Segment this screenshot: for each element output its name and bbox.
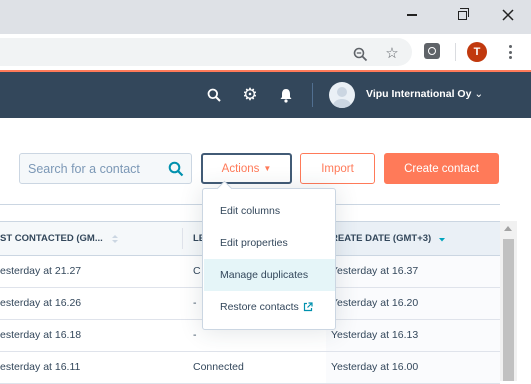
profile-avatar[interactable]: T — [467, 42, 487, 62]
account-name: Vipu International Oy — [366, 88, 472, 100]
minimize-button[interactable] — [389, 0, 435, 30]
chevron-down-icon: ⌄ — [474, 88, 484, 100]
caret-down-icon: ▼ — [263, 164, 272, 173]
create-date-cell: Yesterday at 16.20 — [331, 297, 419, 309]
import-button[interactable]: Import — [300, 153, 375, 184]
create-date-cell: Yesterday at 16.37 — [331, 265, 419, 277]
table-row[interactable]: esterday at 16.11 Connected Yesterday at… — [0, 352, 500, 384]
restore-icon — [457, 7, 469, 20]
create-contact-button[interactable]: Create contact — [384, 153, 499, 184]
bookmark-star-icon[interactable]: ☆ — [384, 46, 400, 62]
external-link-icon — [303, 302, 313, 312]
lead-status-cell: Connected — [193, 361, 244, 373]
last-contacted-cell: esterday at 16.18 — [0, 329, 82, 341]
menu-item-edit-columns[interactable]: Edit columns — [204, 195, 335, 227]
scroll-up-arrow-icon[interactable] — [504, 226, 512, 231]
search-input[interactable] — [20, 154, 168, 183]
sort-descending-icon[interactable] — [438, 234, 446, 244]
close-icon — [502, 9, 514, 21]
notifications-bell-icon[interactable] — [278, 87, 294, 103]
vertical-scrollbar[interactable] — [500, 221, 517, 381]
last-contacted-cell: esterday at 21.27 — [0, 265, 82, 277]
menu-item-edit-properties[interactable]: Edit properties — [204, 227, 335, 259]
app-nav-bar: ⚙ Vipu International Oy ⌄ — [0, 72, 531, 118]
menu-item-manage-duplicates[interactable]: Manage duplicates — [204, 259, 335, 291]
last-contacted-cell: esterday at 16.26 — [0, 297, 82, 309]
menu-item-label: Restore contacts — [220, 301, 299, 313]
browser-toolbar: ☆ — [0, 34, 531, 71]
column-divider — [182, 228, 183, 249]
search-icon[interactable] — [168, 161, 184, 177]
address-bar[interactable]: ☆ — [0, 38, 412, 66]
extension-icon[interactable] — [424, 43, 440, 59]
account-menu[interactable]: Vipu International Oy ⌄ — [366, 88, 483, 100]
nav-divider — [312, 83, 313, 107]
browser-menu-icon[interactable] — [507, 43, 513, 61]
user-avatar[interactable] — [329, 82, 355, 108]
column-header-create-date[interactable]: REATE DATE (GMT+3) — [331, 222, 491, 255]
actions-dropdown-menu: Edit columns Edit properties Manage dupl… — [202, 180, 336, 330]
menu-item-restore-contacts[interactable]: Restore contacts — [204, 291, 335, 323]
last-contacted-cell: esterday at 16.11 — [0, 361, 81, 373]
actions-button[interactable]: Actions ▼ — [201, 153, 292, 184]
scrollbar-thumb[interactable] — [503, 239, 514, 381]
toolbar-divider — [455, 43, 456, 61]
zoom-icon[interactable] — [352, 46, 368, 62]
window-title-bar — [0, 0, 531, 34]
create-date-cell: Yesterday at 16.13 — [331, 329, 419, 341]
create-date-cell: Yesterday at 16.00 — [331, 361, 419, 373]
settings-gear-icon[interactable]: ⚙ — [242, 86, 258, 103]
close-window-button[interactable] — [485, 0, 531, 30]
maximize-button[interactable] — [439, 0, 485, 30]
contact-search — [19, 153, 192, 184]
search-icon[interactable] — [206, 87, 222, 103]
sort-icon[interactable] — [111, 234, 119, 244]
column-header-last-contacted[interactable]: ST CONTACTED (GM... — [0, 222, 182, 255]
actions-label: Actions — [221, 162, 260, 175]
